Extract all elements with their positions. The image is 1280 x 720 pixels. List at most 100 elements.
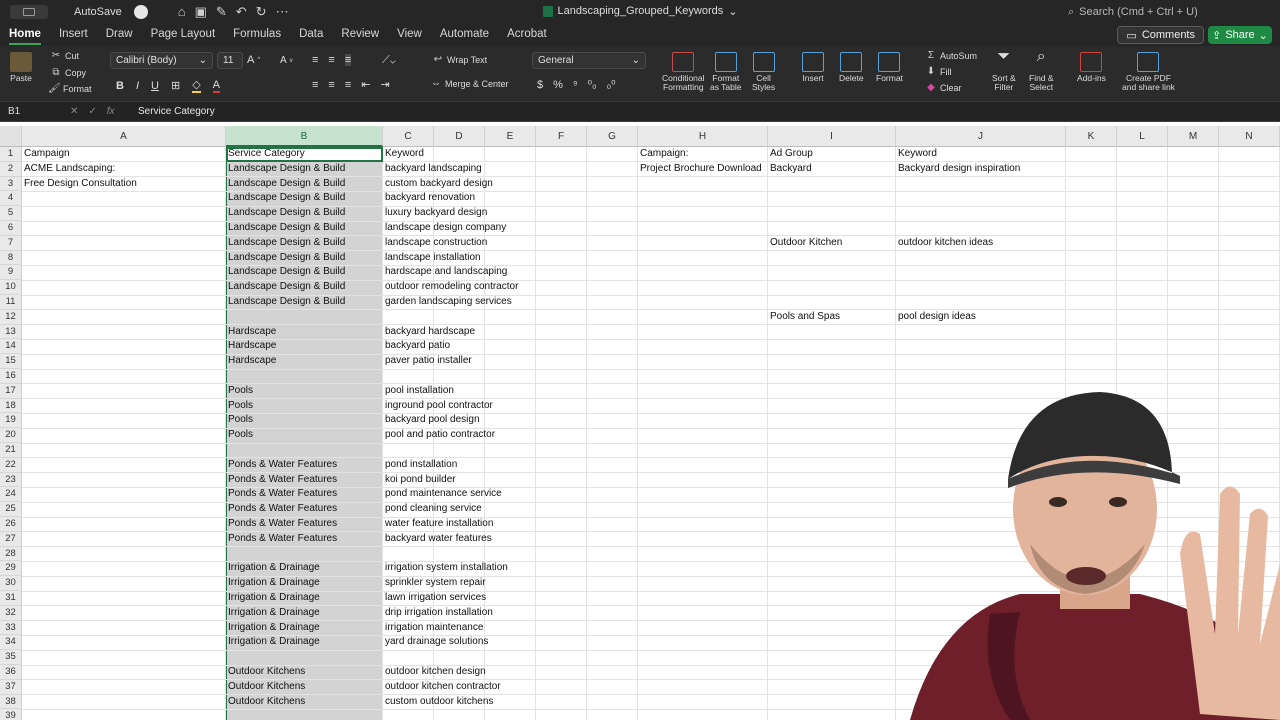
row-header-22[interactable]: 22: [0, 457, 22, 473]
cell-b7[interactable]: Landscape Design & Build: [227, 236, 382, 251]
align-center-icon[interactable]: ≡: [328, 79, 334, 91]
row-header-1[interactable]: 1: [0, 147, 22, 162]
wrap-text-button[interactable]: ↩ Wrap Text: [432, 55, 487, 66]
cell-b10[interactable]: Landscape Design & Build: [227, 280, 382, 295]
conditional-formatting-button[interactable]: Conditional Formatting: [662, 52, 705, 92]
cell-b26[interactable]: Ponds & Water Features: [227, 517, 382, 532]
cell-c2[interactable]: backyard landscaping: [384, 162, 634, 177]
row-header-6[interactable]: 6: [0, 221, 22, 236]
row-header-4[interactable]: 4: [0, 191, 22, 207]
decrease-indent-icon[interactable]: ⇤: [361, 78, 370, 91]
addins-button[interactable]: Add-ins: [1077, 52, 1106, 83]
cell-b15[interactable]: Hardscape: [227, 354, 382, 369]
orientation-icon[interactable]: ⟋⌄: [382, 54, 396, 67]
row-header-18[interactable]: 18: [0, 398, 22, 414]
search-box[interactable]: ⌕ Search (Cmd + Ctrl + U): [1068, 4, 1268, 20]
column-header-e[interactable]: E: [485, 126, 536, 147]
cell-b5[interactable]: Landscape Design & Build: [227, 206, 382, 221]
cell-h2[interactable]: Project Brochure Download: [639, 162, 767, 177]
row-header-21[interactable]: 21: [0, 443, 22, 458]
cell-b38[interactable]: Outdoor Kitchens: [227, 695, 382, 710]
row-header-20[interactable]: 20: [0, 428, 22, 443]
cell-b18[interactable]: Pools: [227, 399, 382, 414]
cut-button[interactable]: ✂ Cut: [50, 51, 79, 62]
fill-button[interactable]: ⬇ Fill: [925, 67, 952, 78]
cell-c36[interactable]: outdoor kitchen design: [384, 665, 634, 680]
percent-icon[interactable]: %: [553, 79, 563, 91]
row-header-35[interactable]: 35: [0, 650, 22, 665]
cell-c9[interactable]: hardscape and landscaping: [384, 265, 634, 280]
cell-c7[interactable]: landscape construction: [384, 236, 634, 251]
cell-c26[interactable]: water feature installation: [384, 517, 634, 532]
cell-c15[interactable]: paver patio installer: [384, 354, 634, 369]
row-header-26[interactable]: 26: [0, 517, 22, 532]
tab-draw[interactable]: Draw: [97, 24, 142, 46]
tab-formulas[interactable]: Formulas: [224, 24, 290, 46]
column-header-h[interactable]: H: [638, 126, 768, 147]
comments-button[interactable]: ▭ Comments: [1117, 26, 1204, 44]
clear-button[interactable]: ◆ Clear: [925, 83, 961, 94]
tab-page-layout[interactable]: Page Layout: [142, 24, 225, 46]
cell-i2[interactable]: Backyard: [769, 162, 895, 177]
row-header-17[interactable]: 17: [0, 383, 22, 399]
cell-b1[interactable]: Service Category: [227, 147, 382, 162]
cell-c20[interactable]: pool and patio contractor: [384, 428, 634, 443]
row-header-39[interactable]: 39: [0, 709, 22, 720]
cell-c18[interactable]: inground pool contractor: [384, 399, 634, 414]
row-header-8[interactable]: 8: [0, 250, 22, 266]
align-left-icon[interactable]: ≡: [312, 79, 318, 91]
cell-styles-button[interactable]: Cell Styles: [752, 52, 775, 92]
cell-b19[interactable]: Pools: [227, 413, 382, 428]
row-header-32[interactable]: 32: [0, 605, 22, 621]
find-select-button[interactable]: ⌕ Find & Select: [1029, 49, 1054, 92]
row-header-28[interactable]: 28: [0, 546, 22, 562]
column-header-n[interactable]: N: [1219, 126, 1280, 147]
row-header-37[interactable]: 37: [0, 679, 22, 695]
row-header-10[interactable]: 10: [0, 280, 22, 295]
cell-c23[interactable]: koi pond builder: [384, 473, 634, 488]
column-header-d[interactable]: D: [434, 126, 485, 147]
cell-c29[interactable]: irrigation system installation: [384, 561, 634, 576]
row-header-12[interactable]: 12: [0, 309, 22, 325]
merge-center-button[interactable]: ⇔ Merge & Center: [430, 79, 509, 90]
row-header-15[interactable]: 15: [0, 354, 22, 369]
align-bottom-icon[interactable]: ≡: [344, 54, 352, 66]
row-header-36[interactable]: 36: [0, 665, 22, 680]
cell-b33[interactable]: Irrigation & Drainage: [227, 621, 382, 636]
align-right-icon[interactable]: ≡: [345, 79, 351, 91]
row-header-3[interactable]: 3: [0, 176, 22, 192]
cell-c11[interactable]: garden landscaping services: [384, 295, 634, 310]
cell-b22[interactable]: Ponds & Water Features: [227, 458, 382, 473]
cell-b34[interactable]: Irrigation & Drainage: [227, 635, 382, 650]
row-header-11[interactable]: 11: [0, 295, 22, 310]
cell-c4[interactable]: backyard renovation: [384, 191, 634, 206]
delete-cells-button[interactable]: Delete: [839, 52, 864, 83]
row-header-31[interactable]: 31: [0, 591, 22, 606]
select-all-corner[interactable]: [0, 126, 22, 147]
row-header-27[interactable]: 27: [0, 531, 22, 547]
cell-c8[interactable]: landscape installation: [384, 251, 634, 266]
shrink-font-icon[interactable]: Av: [280, 55, 293, 66]
cell-c5[interactable]: luxury backyard design: [384, 206, 634, 221]
tab-data[interactable]: Data: [290, 24, 332, 46]
cell-i12[interactable]: Pools and Spas: [769, 310, 895, 325]
cell-h1[interactable]: Campaign:: [639, 147, 767, 162]
tab-view[interactable]: View: [388, 24, 431, 46]
more-icon[interactable]: ⋯: [276, 4, 289, 20]
cell-b13[interactable]: Hardscape: [227, 325, 382, 340]
column-header-j[interactable]: J: [896, 126, 1066, 147]
row-header-7[interactable]: 7: [0, 235, 22, 251]
align-middle-icon[interactable]: ≡: [328, 54, 334, 66]
row-header-29[interactable]: 29: [0, 561, 22, 577]
sidebar-toggle-icon[interactable]: [10, 5, 48, 19]
font-size-select[interactable]: 11: [217, 52, 243, 69]
cell-c25[interactable]: pond cleaning service: [384, 502, 634, 517]
cell-b2[interactable]: Landscape Design & Build: [227, 162, 382, 177]
underline-icon[interactable]: U: [151, 80, 159, 92]
italic-icon[interactable]: I: [136, 80, 139, 92]
tab-acrobat[interactable]: Acrobat: [498, 24, 556, 46]
cell-c3[interactable]: custom backyard design: [384, 177, 634, 192]
increase-decimal-icon[interactable]: ⁰₀: [588, 78, 597, 91]
column-header-k[interactable]: K: [1066, 126, 1117, 147]
row-header-34[interactable]: 34: [0, 635, 22, 651]
